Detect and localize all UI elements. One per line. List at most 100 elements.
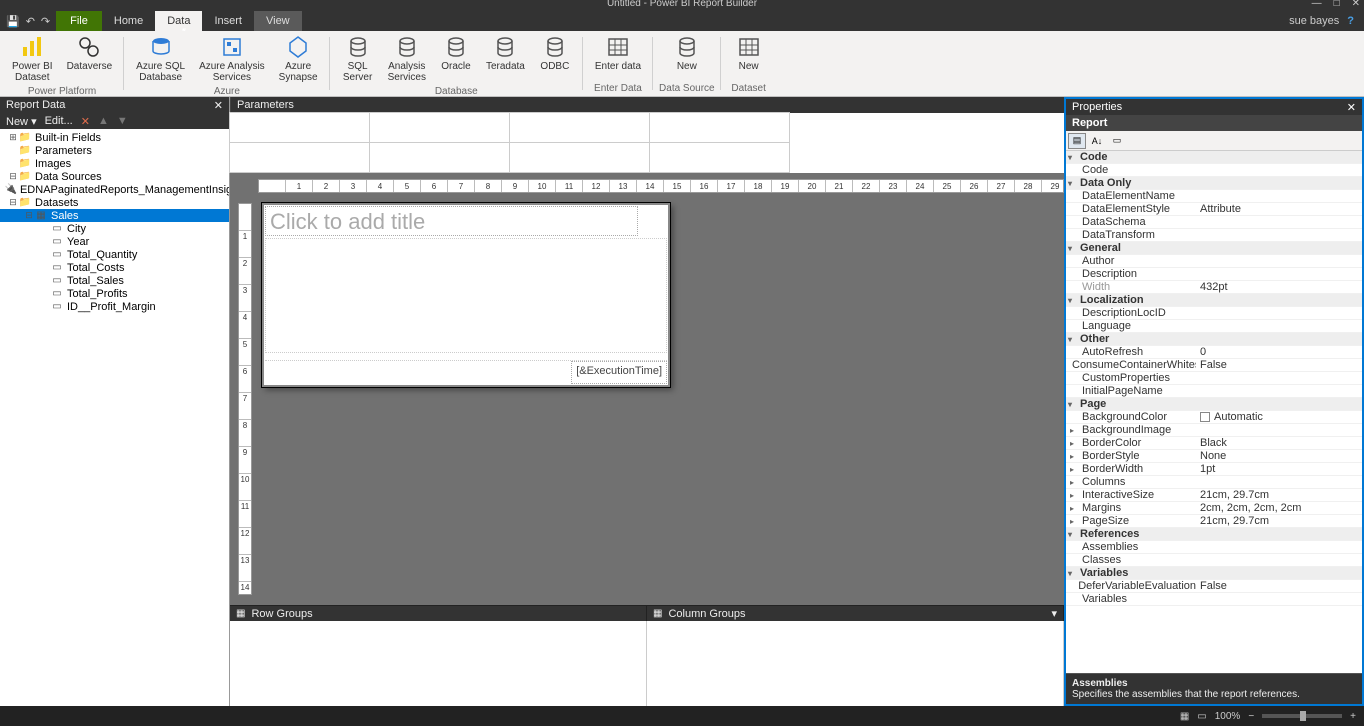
tree-node-parameters[interactable]: 📁Parameters [0,144,229,157]
ribbon-azure-analysis-services-button[interactable]: Azure Analysis Services [193,33,271,85]
report-data-edit-button[interactable]: Edit... [45,115,73,127]
redo-icon[interactable]: ↷ [41,15,50,28]
ribbon-new-button[interactable]: New [665,33,709,82]
property-row-classes[interactable]: Classes [1066,554,1362,567]
property-row-pagesize[interactable]: ▸PageSize21cm, 29.7cm [1066,515,1362,528]
ribbon-azure-synapse-button[interactable]: Azure Synapse [273,33,324,85]
report-data-up-icon[interactable]: ▲ [98,115,109,127]
property-row-general[interactable]: ▾General [1066,242,1362,255]
report-data-down-icon[interactable]: ▼ [117,115,128,127]
tree-node-total-quantity[interactable]: ▭Total_Quantity [0,248,229,261]
property-row-code[interactable]: Code [1066,164,1362,177]
parameters-grid[interactable] [230,113,1064,173]
properties-categorized-button[interactable]: ▤ [1068,133,1086,149]
property-row-code[interactable]: ▾Code [1066,151,1362,164]
property-row-variables[interactable]: ▾Variables [1066,567,1362,580]
zoom-in-button[interactable]: + [1350,711,1356,722]
execution-time-placeholder[interactable]: [&ExecutionTime] [571,361,667,384]
tree-node-total-costs[interactable]: ▭Total_Costs [0,261,229,274]
tab-insert[interactable]: Insert [202,11,254,31]
ribbon-power-bi-dataset-button[interactable]: Power BI Dataset [6,33,59,85]
tab-home[interactable]: Home [102,11,155,31]
report-data-delete-icon[interactable]: ✕ [81,115,90,128]
property-row-other[interactable]: ▾Other [1066,333,1362,346]
tab-file[interactable]: File [56,11,102,31]
tree-node-id-profit-margin[interactable]: ▭ID__Profit_Margin [0,300,229,313]
save-icon[interactable]: 💾 [6,15,20,28]
zoom-slider[interactable] [1262,714,1342,718]
property-row-backgroundcolor[interactable]: BackgroundColorAutomatic [1066,411,1362,424]
property-row-dataschema[interactable]: DataSchema [1066,216,1362,229]
property-row-references[interactable]: ▾References [1066,528,1362,541]
ribbon-odbc-button[interactable]: ODBC [533,33,577,85]
ribbon-azure-sql-database-button[interactable]: Azure SQL Database [130,33,191,85]
properties-grid[interactable]: ▾CodeCode▾Data OnlyDataElementNameDataEl… [1066,151,1362,673]
groups-body[interactable] [230,621,1064,706]
property-row-variables[interactable]: Variables [1066,593,1362,606]
status-view-icon[interactable]: ▦ [1180,711,1189,722]
property-row-autorefresh[interactable]: AutoRefresh0 [1066,346,1362,359]
tree-node-sales[interactable]: ⊟▦Sales [0,209,229,222]
tree-node-total-sales[interactable]: ▭Total_Sales [0,274,229,287]
property-row-datatransform[interactable]: DataTransform [1066,229,1362,242]
tree-node-city[interactable]: ▭City [0,222,229,235]
property-row-consumecontainerwhitespace[interactable]: ConsumeContainerWhitespaceFalse [1066,359,1362,372]
status-layout-icon[interactable]: ▭ [1197,711,1206,722]
maximize-button[interactable]: □ [1334,0,1340,9]
report-title-placeholder[interactable]: Click to add title [265,206,638,236]
row-groups-panel[interactable] [230,621,647,706]
design-surface[interactable]: 1234567891011121314151617181920212223242… [230,173,1064,605]
tree-node-built-in-fields[interactable]: ⊞📁Built-in Fields [0,131,229,144]
properties-alphabetical-button[interactable]: A↓ [1088,133,1106,149]
report-data-tree[interactable]: ⊞📁Built-in Fields 📁Parameters 📁Images⊟📁D… [0,129,229,706]
tree-node-total-profits[interactable]: ▭Total_Profits [0,287,229,300]
report-body[interactable] [265,238,667,353]
property-row-interactivesize[interactable]: ▸InteractiveSize21cm, 29.7cm [1066,489,1362,502]
close-button[interactable]: ✕ [1352,0,1360,9]
tree-node-images[interactable]: 📁Images [0,157,229,170]
property-row-initialpagename[interactable]: InitialPageName [1066,385,1362,398]
ribbon-sql-server-button[interactable]: SQL Server [336,33,380,85]
ribbon-teradata-button[interactable]: Teradata [480,33,531,85]
tree-node-year[interactable]: ▭Year [0,235,229,248]
property-row-author[interactable]: Author [1066,255,1362,268]
property-row-defervariableevaluation[interactable]: DeferVariableEvaluationFalse [1066,580,1362,593]
property-row-borderwidth[interactable]: ▸BorderWidth1pt [1066,463,1362,476]
tree-node-ednapaginatedreports-managementinsights[interactable]: 🔌EDNAPaginatedReports_ManagementInsights [0,183,229,196]
property-row-descriptionlocid[interactable]: DescriptionLocID [1066,307,1362,320]
ribbon-oracle-button[interactable]: Oracle [434,33,478,85]
report-data-new-button[interactable]: New ▾ [6,115,37,128]
property-row-borderstyle[interactable]: ▸BorderStyleNone [1066,450,1362,463]
property-row-bordercolor[interactable]: ▸BorderColorBlack [1066,437,1362,450]
property-row-dataelementstyle[interactable]: DataElementStyleAttribute [1066,203,1362,216]
property-row-assemblies[interactable]: Assemblies [1066,541,1362,554]
ribbon-new-button[interactable]: New [727,33,771,82]
property-row-data-only[interactable]: ▾Data Only [1066,177,1362,190]
tree-node-data-sources[interactable]: ⊟📁Data Sources [0,170,229,183]
property-row-language[interactable]: Language [1066,320,1362,333]
help-icon[interactable]: ? [1347,15,1354,27]
property-row-width[interactable]: Width432pt [1066,281,1362,294]
report-data-close-icon[interactable]: ✕ [214,99,223,112]
tab-data[interactable]: Data [155,11,202,31]
column-groups-dropdown-icon[interactable]: ▾ [1051,607,1057,620]
column-groups-panel[interactable] [647,621,1064,706]
report-page[interactable]: Click to add title [&ExecutionTime] [262,203,670,387]
property-row-dataelementname[interactable]: DataElementName [1066,190,1362,203]
property-row-customproperties[interactable]: CustomProperties [1066,372,1362,385]
property-row-margins[interactable]: ▸Margins2cm, 2cm, 2cm, 2cm [1066,502,1362,515]
undo-icon[interactable]: ↶ [26,15,35,28]
property-row-page[interactable]: ▾Page [1066,398,1362,411]
properties-property-pages-button[interactable]: ▭ [1108,133,1126,149]
tab-view[interactable]: View [254,11,302,31]
property-row-columns[interactable]: ▸Columns [1066,476,1362,489]
minimize-button[interactable]: — [1312,0,1322,9]
ribbon-dataverse-button[interactable]: Dataverse [61,33,119,85]
property-row-localization[interactable]: ▾Localization [1066,294,1362,307]
tree-node-datasets[interactable]: ⊟📁Datasets [0,196,229,209]
properties-close-icon[interactable]: ✕ [1347,101,1356,114]
report-footer[interactable]: [&ExecutionTime] [265,360,667,384]
property-row-backgroundimage[interactable]: ▸BackgroundImage [1066,424,1362,437]
zoom-out-button[interactable]: − [1248,711,1254,722]
ribbon-analysis-services-button[interactable]: Analysis Services [382,33,432,85]
